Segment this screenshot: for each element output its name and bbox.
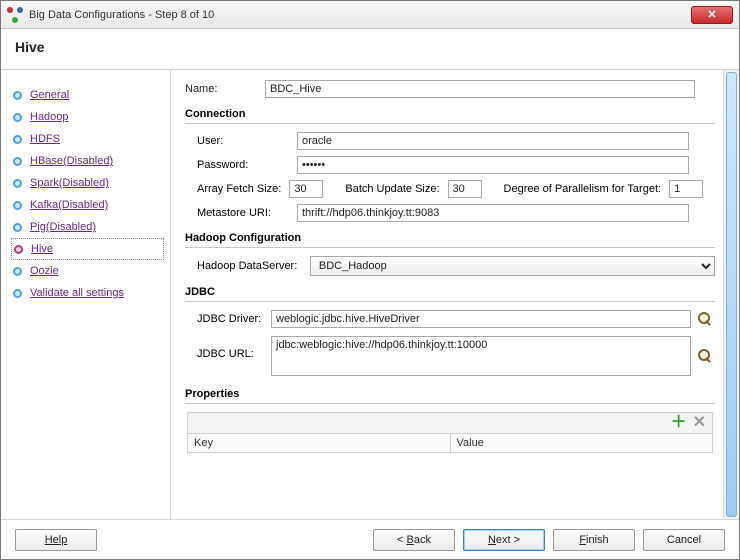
step-dot-icon (13, 267, 22, 276)
step-dot-icon (13, 201, 22, 210)
connection-block: User: Password: Array Fetch Size: Batch … (185, 132, 715, 222)
help-button[interactable]: Help (15, 529, 97, 551)
batch-update-label: Batch Update Size: (345, 183, 439, 195)
sidebar-item-hdfs[interactable]: HDFS (11, 128, 164, 150)
app-icon (7, 7, 23, 23)
close-icon: ✕ (707, 8, 716, 21)
metastore-label: Metastore URI: (197, 207, 297, 219)
sidebar-item-label[interactable]: Kafka(Disabled) (30, 199, 108, 211)
step-dot-icon (14, 245, 23, 254)
sidebar-item-validate-all-settings[interactable]: Validate all settings (11, 282, 164, 304)
properties-toolbar: ＋ ✕ (187, 412, 713, 434)
hadoop-ds-label: Hadoop DataServer: (197, 260, 310, 272)
name-input[interactable] (265, 80, 695, 98)
name-row: Name: (185, 80, 715, 98)
sidebar-item-general[interactable]: General (11, 84, 164, 106)
array-fetch-input[interactable] (289, 180, 323, 198)
wizard-steps-sidebar: General Hadoop HDFS HBase(Disabled) Spark(Di… (1, 70, 171, 519)
properties-table-header: Key Value (187, 434, 713, 453)
parallelism-input[interactable] (669, 180, 703, 198)
sidebar-item-kafka-disabled-[interactable]: Kafka(Disabled) (11, 194, 164, 216)
sidebar-item-hive[interactable]: Hive (11, 238, 164, 260)
sidebar-item-label[interactable]: Hadoop (30, 111, 69, 123)
jdbc-url-label: JDBC URL: (197, 336, 271, 360)
hadoop-section-title: Hadoop Configuration (185, 228, 715, 248)
connection-section-title: Connection (185, 104, 715, 124)
window-title: Big Data Configurations - Step 8 of 10 (29, 9, 691, 21)
jdbc-section-title: JDBC (185, 282, 715, 302)
step-dot-icon (13, 179, 22, 188)
sidebar-item-label[interactable]: Spark(Disabled) (30, 177, 109, 189)
jdbc-driver-label: JDBC Driver: (197, 313, 271, 325)
sidebar-item-pig-disabled-[interactable]: Pig(Disabled) (11, 216, 164, 238)
sidebar-item-oozie[interactable]: Oozie (11, 260, 164, 282)
user-label: User: (197, 135, 297, 147)
titlebar: Big Data Configurations - Step 8 of 10 ✕ (1, 1, 739, 29)
search-icon[interactable] (697, 348, 713, 364)
hadoop-block: Hadoop DataServer: BDC_Hadoop (185, 256, 715, 276)
sidebar-item-label[interactable]: Validate all settings (30, 287, 124, 299)
hadoop-ds-select[interactable]: BDC_Hadoop (310, 256, 715, 276)
sidebar-item-label[interactable]: Pig(Disabled) (30, 221, 96, 233)
metastore-input[interactable] (297, 204, 689, 222)
step-dot-icon (13, 113, 22, 122)
password-label: Password: (197, 159, 297, 171)
sidebar-item-hbase-disabled-[interactable]: HBase(Disabled) (11, 150, 164, 172)
step-dot-icon (13, 223, 22, 232)
sidebar-item-label[interactable]: HBase(Disabled) (30, 155, 113, 167)
sidebar-item-hadoop[interactable]: Hadoop (11, 106, 164, 128)
parallelism-label: Degree of Parallelism for Target: (504, 183, 662, 195)
jdbc-block: JDBC Driver: JDBC URL: (185, 310, 715, 376)
wizard-window: Big Data Configurations - Step 8 of 10 ✕… (0, 0, 740, 560)
col-value: Value (451, 434, 713, 452)
close-button[interactable]: ✕ (691, 6, 733, 24)
delete-icon[interactable]: ✕ (693, 415, 706, 431)
back-button[interactable]: < Back (373, 529, 455, 551)
step-dot-icon (13, 289, 22, 298)
sidebar-item-spark-disabled-[interactable]: Spark(Disabled) (11, 172, 164, 194)
sidebar-item-label[interactable]: HDFS (30, 133, 60, 145)
step-dot-icon (13, 135, 22, 144)
footer: Help < Back Next > Finish Cancel (1, 519, 739, 559)
sidebar-item-label[interactable]: Hive (31, 243, 53, 255)
cancel-button[interactable]: Cancel (643, 529, 725, 551)
jdbc-url-input[interactable] (271, 336, 691, 376)
vertical-scrollbar[interactable] (723, 70, 739, 519)
plus-icon[interactable]: ＋ (671, 415, 687, 431)
page-header: Hive (1, 29, 739, 70)
content-wrap: Name: Connection User: Password: Array F… (171, 70, 739, 519)
search-icon[interactable] (697, 311, 713, 327)
batch-update-input[interactable] (448, 180, 482, 198)
array-fetch-label: Array Fetch Size: (197, 183, 281, 195)
page-title: Hive (15, 39, 725, 55)
password-input[interactable] (297, 156, 689, 174)
properties-section-title: Properties (185, 384, 715, 404)
jdbc-driver-input[interactable] (271, 310, 691, 328)
finish-button[interactable]: Finish (553, 529, 635, 551)
sidebar-item-label[interactable]: General (30, 89, 69, 101)
step-dot-icon (13, 157, 22, 166)
col-key: Key (188, 434, 451, 452)
body: General Hadoop HDFS HBase(Disabled) Spark(Di… (1, 70, 739, 519)
step-dot-icon (13, 91, 22, 100)
properties-block: ＋ ✕ Key Value (185, 412, 715, 453)
user-input[interactable] (297, 132, 689, 150)
scroll-thumb[interactable] (726, 72, 737, 517)
name-label: Name: (185, 83, 265, 95)
sidebar-item-label[interactable]: Oozie (30, 265, 59, 277)
next-button[interactable]: Next > (463, 529, 545, 551)
content: Name: Connection User: Password: Array F… (171, 70, 723, 519)
